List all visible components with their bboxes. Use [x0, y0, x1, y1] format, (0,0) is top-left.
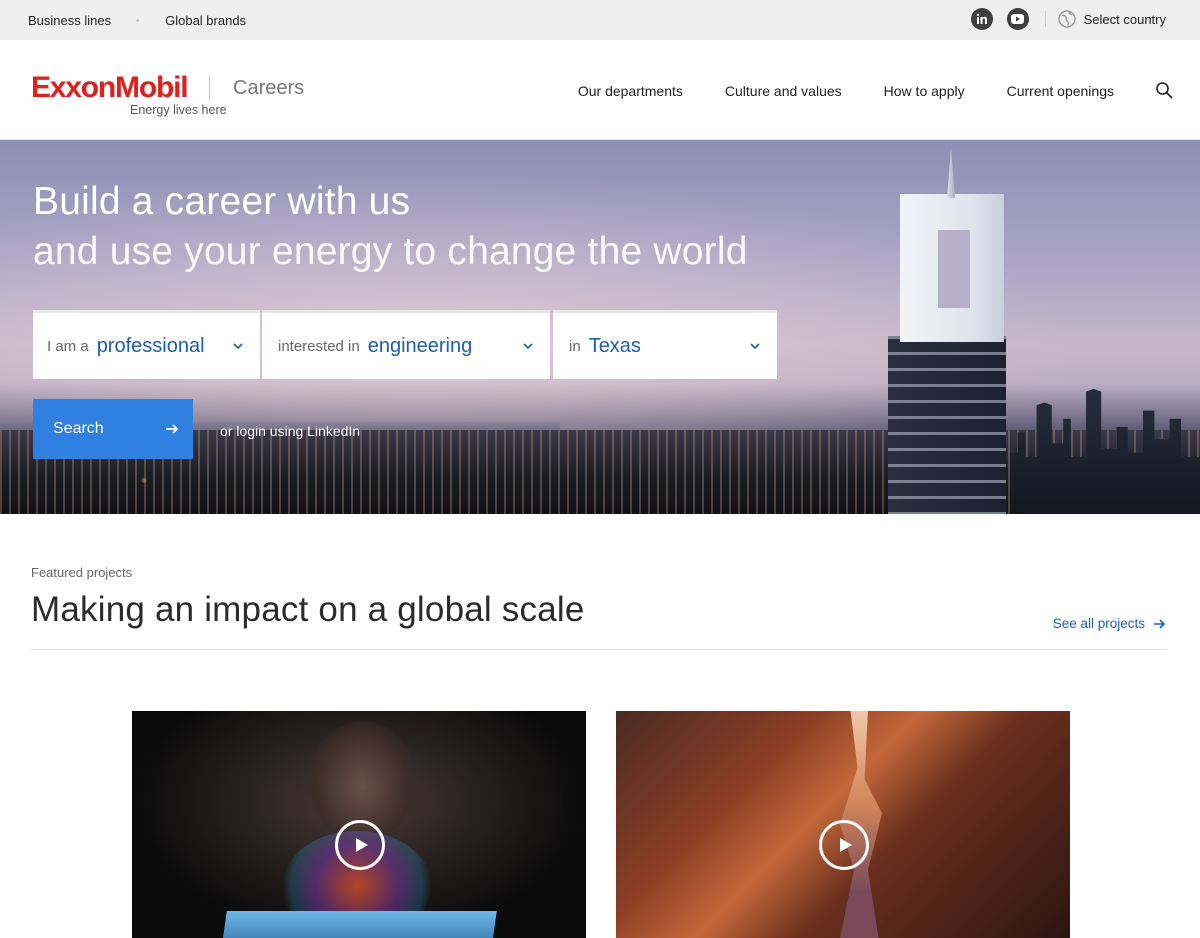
- main-nav: Our departments Culture and values How t…: [536, 83, 1114, 99]
- nav-how-to-apply[interactable]: How to apply: [884, 83, 965, 99]
- global-brands-link[interactable]: Global brands: [165, 13, 246, 28]
- project-video-2[interactable]: [616, 711, 1070, 938]
- role-dropdown-value: professional: [96, 334, 205, 357]
- separator-dot: [136, 19, 140, 22]
- hero-banner: Build a career with us and use your ener…: [0, 140, 1200, 514]
- chevron-down-icon: [523, 343, 533, 350]
- featured-divider: [31, 649, 1167, 650]
- site-header: ExxonMobil Energy lives here Careers Our…: [0, 40, 1200, 140]
- hero-tower-opening: [938, 230, 970, 308]
- utility-divider: [1044, 11, 1046, 27]
- role-dropdown[interactable]: I am a professional: [33, 310, 260, 379]
- interest-dropdown-label: interested in: [278, 337, 360, 355]
- careers-label: Careers: [233, 77, 305, 99]
- youtube-icon[interactable]: [1006, 8, 1029, 30]
- logo[interactable]: ExxonMobil Energy lives here Careers: [31, 71, 321, 121]
- linkedin-login-link[interactable]: or login using LinkedIn: [220, 423, 360, 439]
- business-lines-link[interactable]: Business lines: [28, 13, 111, 28]
- featured-title: Making an impact on a global scale: [31, 590, 585, 629]
- nav-culture-and-values[interactable]: Culture and values: [725, 83, 842, 99]
- search-button-label: Search: [53, 420, 104, 437]
- utility-links: Business lines Global brands: [28, 13, 246, 28]
- location-dropdown-label: in: [569, 337, 581, 355]
- utility-bar: Business lines Global brands Select coun…: [0, 0, 1200, 40]
- arrow-right-icon: [1154, 618, 1166, 629]
- hero-tower-base: [888, 336, 1006, 514]
- location-dropdown-value: Texas: [588, 334, 641, 357]
- hero-title: Build a career with us: [33, 180, 411, 223]
- logo-tagline: Energy lives here: [130, 103, 227, 117]
- logo-divider: [209, 75, 210, 101]
- see-all-projects-link[interactable]: See all projects: [1053, 616, 1166, 631]
- select-country-link[interactable]: Select country: [1084, 12, 1166, 27]
- arrow-right-icon: [166, 424, 179, 434]
- featured-eyebrow: Featured projects: [31, 565, 133, 580]
- play-icon[interactable]: [819, 820, 869, 870]
- see-all-projects-label: See all projects: [1052, 616, 1145, 631]
- project-video-1[interactable]: [132, 711, 586, 938]
- nav-current-openings[interactable]: Current openings: [1007, 83, 1114, 99]
- utility-right: Select country: [970, 8, 1166, 30]
- globe-icon[interactable]: [1057, 10, 1076, 28]
- hero-subtitle: and use your energy to change the world: [33, 230, 748, 273]
- role-dropdown-label: I am a: [47, 337, 89, 355]
- chevron-down-icon: [233, 343, 243, 350]
- search-icon[interactable]: [1155, 81, 1173, 99]
- nav-our-departments[interactable]: Our departments: [578, 83, 683, 99]
- linkedin-icon[interactable]: [970, 8, 993, 30]
- chevron-down-icon: [750, 343, 760, 350]
- play-icon[interactable]: [335, 820, 385, 870]
- search-button[interactable]: Search: [33, 399, 193, 459]
- interest-dropdown-value: engineering: [367, 334, 473, 357]
- interest-dropdown[interactable]: interested in engineering: [262, 310, 550, 379]
- logo-wordmark: ExxonMobil: [31, 71, 189, 104]
- video-thumbnail-tablet: [221, 911, 497, 938]
- location-dropdown[interactable]: in Texas: [553, 310, 777, 379]
